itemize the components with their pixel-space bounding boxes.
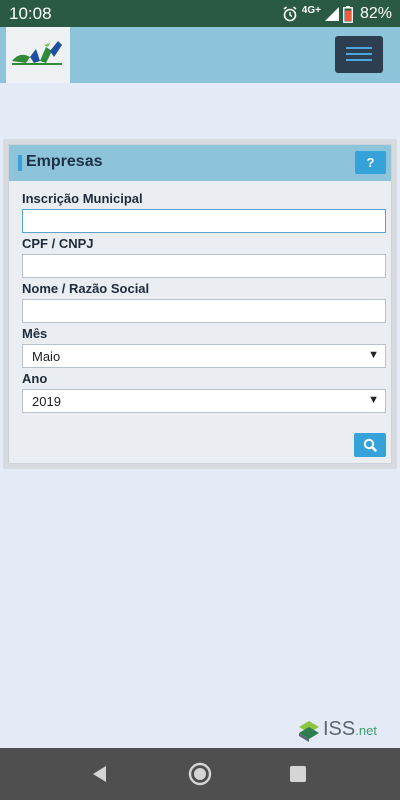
mes-selected-value: Maio [32, 349, 61, 364]
search-icon [363, 438, 377, 452]
alarm-icon [283, 6, 297, 22]
app-header [0, 27, 400, 83]
recents-icon[interactable] [289, 765, 307, 783]
panel-header: Empresas ? [9, 145, 391, 181]
android-nav-bar [0, 748, 400, 800]
home-icon[interactable] [187, 761, 213, 787]
mes-label: Mês [22, 326, 48, 341]
prefeitura-logo-icon [12, 41, 62, 65]
ano-label: Ano [22, 371, 48, 386]
signal-icon [324, 7, 339, 21]
issnet-brand: ISS.net [297, 717, 387, 743]
back-icon[interactable] [90, 764, 110, 784]
panel-title: Empresas [26, 153, 103, 170]
ano-select[interactable]: 2019 ▼ [22, 389, 386, 413]
search-button[interactable] [354, 433, 386, 457]
hamburger-menu-icon [346, 53, 372, 55]
status-bar: 10:08 4G+ 82% [0, 0, 400, 27]
title-accent [18, 155, 22, 171]
issnet-brand-text: ISS.net [323, 718, 377, 741]
battery-icon [343, 5, 353, 23]
mes-select[interactable]: Maio ▼ [22, 344, 386, 368]
nome-label: Nome / Razão Social [22, 281, 150, 296]
issnet-brand-main: ISS [323, 718, 356, 740]
inscricao-label: Inscrição Municipal [22, 191, 143, 206]
caret-down-icon: ▼ [368, 349, 379, 361]
cpf-cnpj-input[interactable] [22, 254, 386, 278]
hamburger-menu-icon [346, 59, 372, 61]
hamburger-menu-icon [346, 47, 372, 49]
panel-body: Empresas ? Inscrição Municipal CPF / CNP… [8, 144, 392, 464]
issnet-logo-icon [299, 721, 319, 742]
caret-down-icon: ▼ [368, 394, 379, 406]
ano-selected-value: 2019 [32, 394, 61, 409]
status-time: 10:08 [9, 4, 52, 23]
app-logo[interactable] [6, 27, 70, 83]
inscricao-input[interactable] [22, 209, 386, 233]
help-button[interactable]: ? [355, 151, 386, 174]
empresas-panel: Empresas ? Inscrição Municipal CPF / CNP… [3, 139, 397, 469]
battery-percent: 82% [359, 5, 392, 22]
menu-button[interactable] [335, 36, 383, 73]
cpf-cnpj-label: CPF / CNPJ [22, 236, 94, 251]
nome-input[interactable] [22, 299, 386, 323]
status-icons: 4G+ 82% [282, 3, 392, 25]
network-type: 4G+ [301, 4, 321, 16]
issnet-brand-suffix: .net [355, 723, 377, 738]
